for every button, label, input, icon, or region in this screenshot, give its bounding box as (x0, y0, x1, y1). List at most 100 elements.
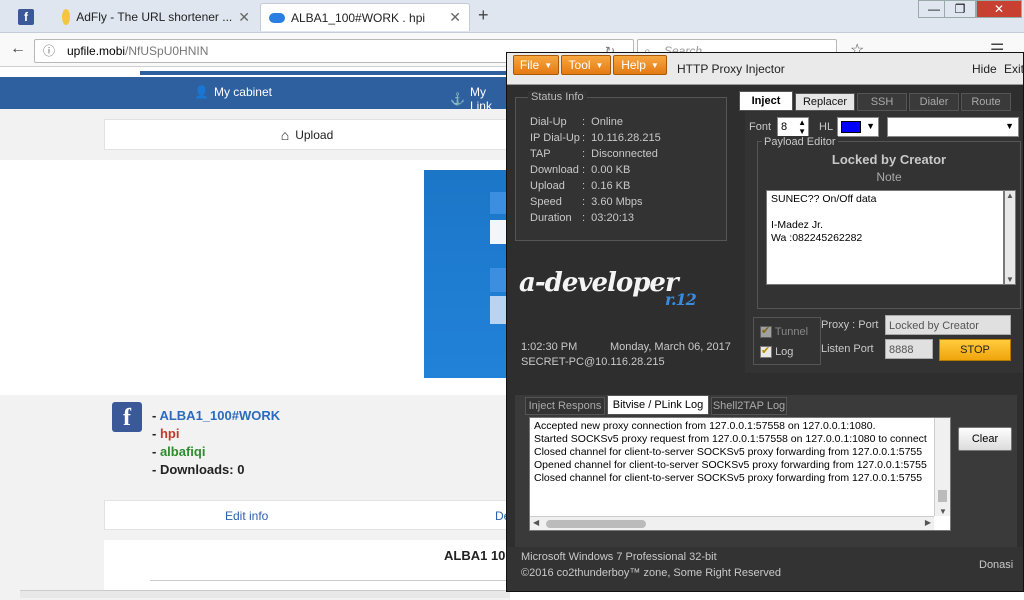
file-downloads: Downloads: 0 (159, 462, 245, 477)
tunnel-checkbox[interactable] (760, 324, 772, 339)
scroll-down-icon[interactable]: ▼ (939, 507, 947, 516)
status-key: Upload (530, 180, 565, 192)
hl-color-select[interactable]: ▼ (837, 117, 879, 137)
note-line: SUNEC?? On/Off data (771, 193, 877, 205)
site-menu: 👤 My cabinet ⚓ My Link (0, 77, 510, 113)
donate-link[interactable]: Donasi (979, 559, 1013, 571)
close-tab-icon[interactable]: ✕ (443, 9, 461, 26)
maximize-icon[interactable]: ❐ (944, 0, 976, 18)
file-ext-line: - hpi (152, 426, 180, 441)
scroll-thumb[interactable] (546, 520, 646, 528)
tab-ssh[interactable]: SSH (857, 93, 907, 111)
host-info: SECRET-PC@10.116.28.215 (521, 356, 665, 368)
tab-replacer[interactable]: Replacer (795, 93, 855, 111)
file-actions-bar: Edit info De (104, 500, 510, 530)
tab-route[interactable]: Route (961, 93, 1011, 111)
log-option[interactable]: Log (760, 344, 794, 359)
page-scrollbar[interactable] (20, 590, 510, 598)
menu-tool[interactable]: Tool ▼ (561, 55, 611, 75)
tunnel-option[interactable]: Tunnel (760, 324, 809, 339)
log-line: Accepted new proxy connection from 127.0… (534, 420, 876, 432)
font-label: Font (749, 121, 772, 133)
font-size-stepper[interactable]: 8 ▲ ▼ (777, 117, 809, 137)
status-key: Dial-Up (530, 116, 567, 128)
back-icon[interactable]: ← (10, 40, 26, 58)
log-label: Log (775, 346, 794, 358)
log-line: Started SOCKSv5 proxy request from 127.0… (534, 433, 927, 445)
tab-shell2tap-log[interactable]: Shell2TAP Log (711, 397, 787, 415)
status-value: Disconnected (591, 148, 658, 160)
stepper-arrows-icon[interactable]: ▲ ▼ (798, 118, 806, 136)
scroll-thumb[interactable] (938, 490, 947, 502)
note-line: I-Madez Jr. (771, 219, 823, 231)
proxy-port-field[interactable]: Locked by Creator (885, 315, 1011, 335)
logo-text: a-developer (519, 268, 679, 298)
listen-port-field[interactable]: 8888 (885, 339, 933, 359)
scroll-left-icon[interactable]: ◀ (533, 518, 539, 527)
menu-my-cabinet[interactable]: 👤 My cabinet (194, 85, 272, 99)
note-textarea[interactable]: SUNEC?? On/Off data I-Madez Jr. Wa :0822… (766, 190, 1004, 285)
status-row: Upload: 0.16 KB (530, 180, 631, 192)
tab-alba[interactable]: ALBA1_100#WORK . hpi ✕ (260, 3, 470, 31)
tunnel-label: Tunnel (774, 326, 809, 338)
cloud-icon (269, 12, 285, 23)
log-line: Closed channel for client-to-server SOCK… (534, 446, 923, 458)
note-line: Wa :082245262282 (771, 232, 863, 244)
scroll-right-icon[interactable]: ▶ (925, 518, 931, 527)
facebook-share-icon[interactable]: f (112, 402, 142, 432)
tab-dialer[interactable]: Dialer (909, 93, 959, 111)
tab-adfly[interactable]: AdFly - The URL shortener ... ✕ (54, 3, 258, 31)
log-vertical-scrollbar[interactable]: ▼ (934, 418, 950, 516)
tab-facebook[interactable]: f (10, 3, 50, 31)
upload-label: Upload (295, 127, 334, 142)
log-horizontal-scrollbar[interactable]: ◀ ▶ (530, 516, 934, 530)
close-tab-icon[interactable]: ✕ (232, 9, 250, 26)
locked-label: Locked by Creator (831, 152, 947, 167)
logo-subtext: r.12 (665, 290, 697, 309)
menu-file[interactable]: File ▼ (513, 55, 559, 75)
menu-label: My cabinet (213, 85, 272, 99)
new-tab-icon[interactable]: + (478, 5, 489, 26)
tab-inject[interactable]: Inject (739, 91, 793, 111)
menu-label: Help (621, 58, 646, 72)
log-output[interactable]: Accepted new proxy connection from 127.0… (529, 417, 951, 531)
close-window-icon[interactable]: ✕ (976, 0, 1022, 18)
tab-inject-respons[interactable]: Inject Respons (525, 397, 605, 415)
file-owner[interactable]: albafiqi (160, 444, 206, 459)
status-row: IP Dial-Up: 10.116.28.215 (530, 132, 661, 144)
os-info: Microsoft Windows 7 Professional 32-bit (521, 551, 717, 563)
file-name[interactable]: ALBA1_100#WORK (159, 408, 280, 423)
status-key: Speed (530, 196, 562, 208)
note-scrollbar[interactable]: ▲ ▼ (1004, 190, 1016, 285)
exit-button[interactable]: Exit (1004, 62, 1024, 76)
file-name-line: - ALBA1_100#WORK (152, 408, 281, 423)
hide-button[interactable]: Hide (972, 62, 997, 76)
url-path: /NfUSpU0HNIN (125, 44, 209, 58)
status-row: Speed: 3.60 Mbps (530, 196, 643, 208)
log-panel: Inject Respons Bitvise / PLink Log Shell… (515, 395, 1017, 547)
log-checkbox[interactable] (760, 344, 772, 359)
hl-label: HL (819, 121, 834, 133)
upload-button[interactable]: ⌂ Upload (104, 119, 510, 150)
status-row: Duration: 03:20:13 (530, 212, 634, 224)
status-value: Online (591, 116, 623, 128)
edit-info-link[interactable]: Edit info (225, 509, 268, 523)
tab-bitvise-log[interactable]: Bitvise / PLink Log (607, 395, 709, 415)
font-family-select[interactable]: ▼ (887, 117, 1019, 137)
scroll-down-icon[interactable]: ▼ (1006, 275, 1014, 284)
anchor-icon: ⚓ (450, 92, 465, 106)
status-value: 0.00 KB (591, 164, 631, 176)
options-box: Tunnel Log (753, 317, 821, 365)
status-key: Duration (530, 212, 572, 224)
scroll-up-icon[interactable]: ▲ (1006, 191, 1014, 200)
url-host: upfile.mobi (67, 44, 126, 58)
clear-button[interactable]: Clear (958, 427, 1012, 451)
stop-button[interactable]: STOP (939, 339, 1011, 361)
injector-titlebar: File ▼ Tool ▼ Help ▼ HTTP Proxy Injector Hi… (507, 53, 1024, 85)
status-row: Download: 0.00 KB (530, 164, 631, 176)
status-value: 03:20:13 (591, 212, 634, 224)
log-line: Opened channel for client-to-server SOCK… (534, 459, 927, 471)
window-title: HTTP Proxy Injector (677, 62, 785, 76)
menu-help[interactable]: Help ▼ (613, 55, 667, 75)
status-value: 0.16 KB (591, 180, 631, 192)
